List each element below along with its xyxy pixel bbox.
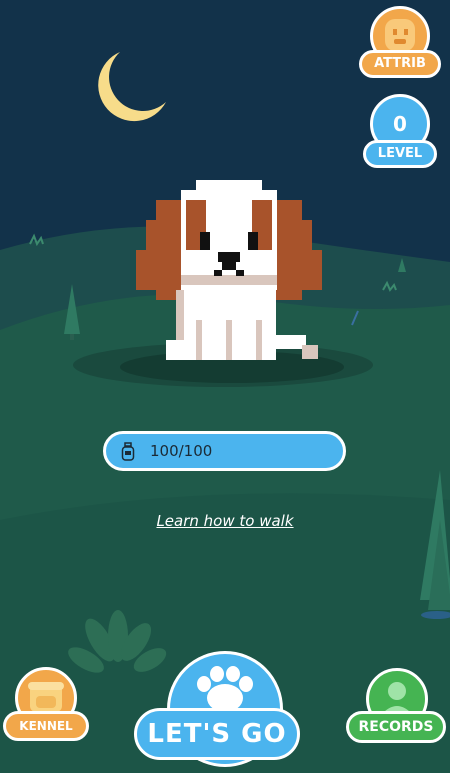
stamina-bar: 100/100 xyxy=(103,431,346,471)
kennel-label[interactable]: KENNEL xyxy=(3,711,89,741)
pixel-dog-pet[interactable] xyxy=(136,180,322,366)
attrib-label[interactable]: ATTRIB xyxy=(359,50,441,78)
level-label[interactable]: LEVEL xyxy=(363,140,437,168)
lets-go-label[interactable]: LET'S GO xyxy=(134,708,300,760)
stamina-value: 100/100 xyxy=(150,442,213,460)
learn-how-to-walk-link[interactable]: Learn how to walk xyxy=(0,512,450,530)
crescent-moon-icon xyxy=(98,52,166,122)
bottle-icon xyxy=(121,442,135,461)
records-label[interactable]: RECORDS xyxy=(346,711,446,743)
